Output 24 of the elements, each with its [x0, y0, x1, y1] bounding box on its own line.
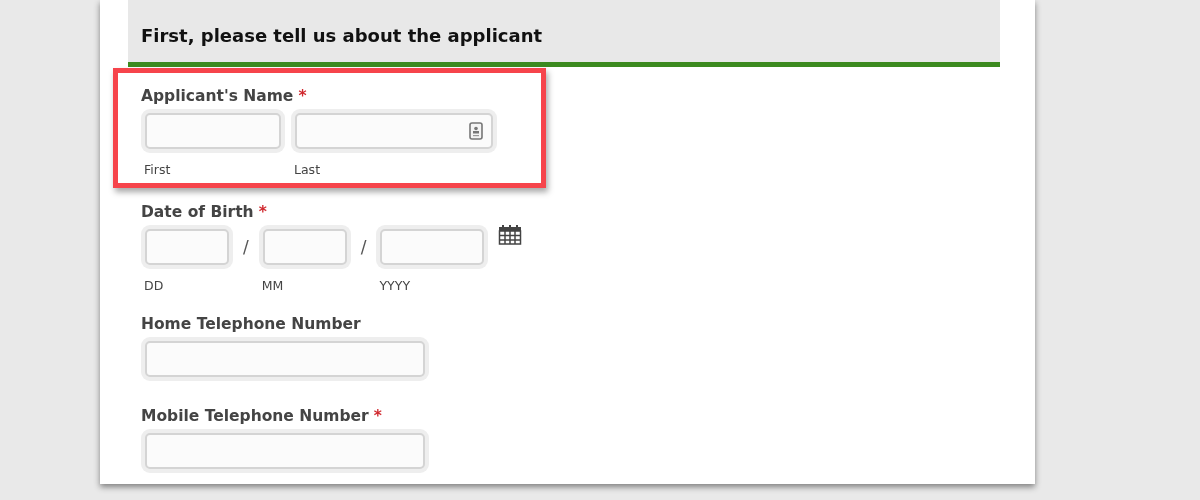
contact-card-icon [469, 122, 483, 140]
field-label: Mobile Telephone Number [141, 407, 369, 425]
calendar-icon[interactable] [498, 225, 523, 245]
input-field[interactable] [141, 429, 429, 473]
input-field[interactable] [141, 109, 285, 153]
required-mark: * [298, 87, 307, 105]
date-separator: / [360, 237, 367, 257]
required-mark: * [258, 203, 267, 221]
input-field[interactable] [141, 337, 429, 381]
section-title: First, please tell us about the applicant [141, 25, 543, 46]
input-field[interactable] [258, 225, 351, 269]
field-sublabel: First [144, 162, 172, 177]
input-field[interactable] [376, 225, 489, 269]
input-field[interactable] [141, 225, 233, 269]
field-label: Home Telephone Number [141, 315, 361, 333]
field-sublabel: Last [294, 162, 322, 177]
field-sublabel: DD [144, 278, 165, 293]
input-field[interactable] [291, 109, 497, 153]
date-separator: / [243, 237, 249, 257]
required-mark: * [373, 407, 382, 425]
field-sublabel: MM [261, 278, 285, 293]
field-label: Applicant's Name [141, 87, 294, 105]
field-sublabel: YYYY [379, 278, 411, 293]
field-label: Date of Birth [141, 203, 254, 221]
